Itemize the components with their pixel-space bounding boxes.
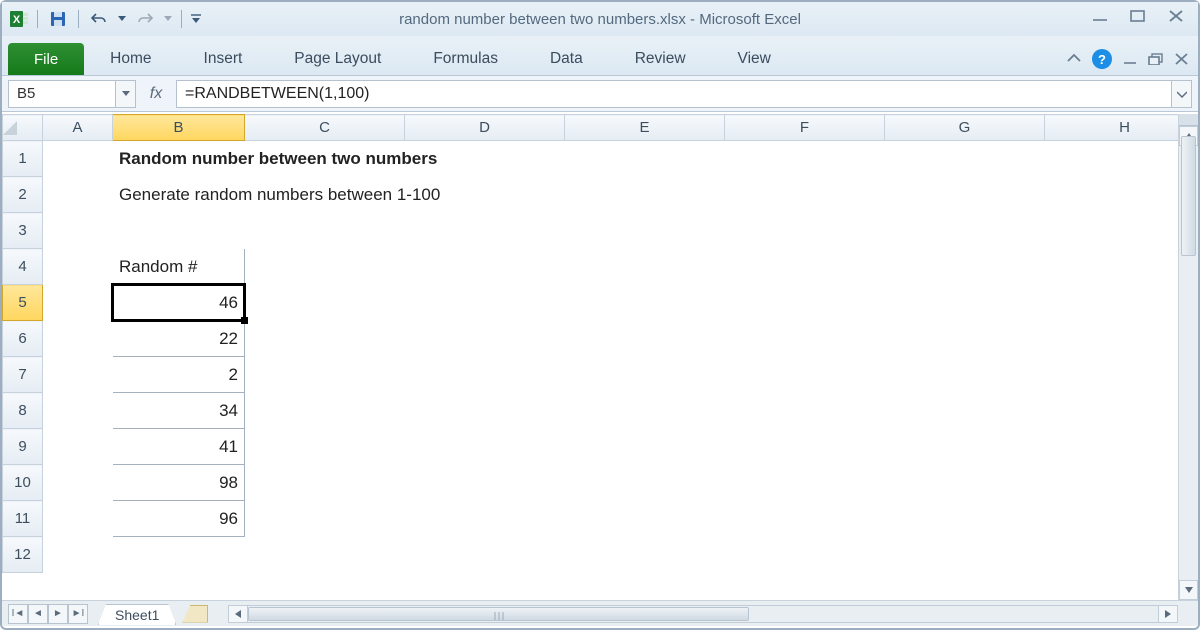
ribbon-tabs: File Home Insert Page Layout Formulas Da… xyxy=(2,36,1198,76)
col-header-f[interactable]: F xyxy=(725,115,885,141)
row-header-7[interactable]: 7 xyxy=(3,357,43,393)
row-header-3[interactable]: 3 xyxy=(3,213,43,249)
scroll-left-button[interactable] xyxy=(228,605,248,623)
new-sheet-button[interactable] xyxy=(182,605,208,623)
save-button[interactable] xyxy=(45,7,71,31)
svg-text:X: X xyxy=(13,14,21,26)
subtitle-text[interactable]: Generate random numbers between 1-100 xyxy=(113,177,725,213)
cell-b5[interactable]: 46 xyxy=(113,285,245,321)
qat-separator xyxy=(181,10,182,28)
select-all-button[interactable] xyxy=(3,115,43,141)
title-bar: X random number between two numbers.xlsx… xyxy=(2,2,1198,36)
excel-icon: X xyxy=(8,8,30,30)
cells-grid[interactable]: A B C D E F G H 1 Random number between t… xyxy=(2,114,1178,600)
split-handle[interactable] xyxy=(1179,114,1198,126)
file-tab[interactable]: File xyxy=(8,43,84,75)
formula-input[interactable]: =RANDBETWEEN(1,100) xyxy=(176,80,1172,108)
scroll-thumb[interactable] xyxy=(1181,136,1196,256)
window-controls xyxy=(1088,6,1188,26)
help-icon[interactable]: ? xyxy=(1092,49,1112,69)
hscroll-thumb[interactable] xyxy=(248,607,748,621)
workbook-close-button[interactable] xyxy=(1174,53,1190,65)
qat-customize-dropdown[interactable] xyxy=(189,7,203,31)
tab-review[interactable]: Review xyxy=(609,43,712,75)
minimize-button[interactable] xyxy=(1088,6,1112,26)
cell-b7[interactable]: 2 xyxy=(113,357,245,393)
row-header-8[interactable]: 8 xyxy=(3,393,43,429)
last-sheet-button[interactable]: ►I xyxy=(68,604,88,624)
row-header-1[interactable]: 1 xyxy=(3,141,43,177)
maximize-button[interactable] xyxy=(1126,6,1150,26)
row-header-10[interactable]: 10 xyxy=(3,465,43,501)
cell-value: 46 xyxy=(219,293,238,312)
scroll-right-button[interactable] xyxy=(1158,605,1178,623)
row-header-2[interactable]: 2 xyxy=(3,177,43,213)
cell-b6[interactable]: 22 xyxy=(113,321,245,357)
redo-button[interactable] xyxy=(132,7,158,31)
vertical-scrollbar[interactable] xyxy=(1178,114,1198,600)
row-header-5[interactable]: 5 xyxy=(3,285,43,321)
cell-b10[interactable]: 98 xyxy=(113,465,245,501)
cell-b11[interactable]: 96 xyxy=(113,501,245,537)
row-header-6[interactable]: 6 xyxy=(3,321,43,357)
workbook-restore-button[interactable] xyxy=(1148,53,1164,65)
col-header-e[interactable]: E xyxy=(565,115,725,141)
col-header-c[interactable]: C xyxy=(245,115,405,141)
col-header-b[interactable]: B xyxy=(113,115,245,141)
scroll-down-button[interactable] xyxy=(1179,580,1198,600)
tab-page-layout[interactable]: Page Layout xyxy=(268,43,407,75)
worksheet-area: A B C D E F G H 1 Random number between t… xyxy=(2,114,1198,600)
col-header-d[interactable]: D xyxy=(405,115,565,141)
prev-sheet-button[interactable]: ◄ xyxy=(28,604,48,624)
name-box-dropdown[interactable] xyxy=(116,80,136,108)
qat-separator xyxy=(78,10,79,28)
close-button[interactable] xyxy=(1164,6,1188,26)
tab-insert[interactable]: Insert xyxy=(178,43,269,75)
formula-bar: B5 fx =RANDBETWEEN(1,100) xyxy=(2,76,1198,112)
title-text[interactable]: Random number between two numbers xyxy=(113,141,725,177)
col-header-h[interactable]: H xyxy=(1045,115,1179,141)
undo-dropdown[interactable] xyxy=(116,7,128,31)
quick-access-toolbar: X xyxy=(2,7,203,31)
column-headers-row: A B C D E F G H xyxy=(3,115,1179,141)
row-header-12[interactable]: 12 xyxy=(3,537,43,573)
cell-b8[interactable]: 34 xyxy=(113,393,245,429)
tab-home[interactable]: Home xyxy=(84,43,177,75)
name-box[interactable]: B5 xyxy=(8,80,116,108)
col-header-g[interactable]: G xyxy=(885,115,1045,141)
sheet-tab-sheet1[interactable]: Sheet1 xyxy=(98,604,176,625)
sheet-nav-buttons: I◄ ◄ ► ►I xyxy=(2,604,88,624)
workbook-minimize-button[interactable] xyxy=(1122,53,1138,65)
next-sheet-button[interactable]: ► xyxy=(48,604,68,624)
row-header-4[interactable]: 4 xyxy=(3,249,43,285)
undo-button[interactable] xyxy=(86,7,112,31)
sheet-tab-bar: I◄ ◄ ► ►I Sheet1 xyxy=(2,600,1198,626)
ribbon-minimize-icon[interactable] xyxy=(1066,53,1082,65)
redo-dropdown[interactable] xyxy=(162,7,174,31)
tab-data[interactable]: Data xyxy=(524,43,609,75)
fill-handle[interactable] xyxy=(241,317,248,324)
row-header-9[interactable]: 9 xyxy=(3,429,43,465)
formula-bar-expand[interactable] xyxy=(1172,80,1192,108)
tab-view[interactable]: View xyxy=(712,43,797,75)
cell-b9[interactable]: 41 xyxy=(113,429,245,465)
qat-separator xyxy=(37,10,38,28)
fx-label[interactable]: fx xyxy=(136,85,176,103)
row-header-11[interactable]: 11 xyxy=(3,501,43,537)
col-header-a[interactable]: A xyxy=(43,115,113,141)
hscroll-track[interactable] xyxy=(248,605,1158,623)
horizontal-scrollbar[interactable] xyxy=(228,605,1178,623)
first-sheet-button[interactable]: I◄ xyxy=(8,604,28,624)
table-header[interactable]: Random # xyxy=(113,249,245,285)
tab-formulas[interactable]: Formulas xyxy=(407,43,524,75)
